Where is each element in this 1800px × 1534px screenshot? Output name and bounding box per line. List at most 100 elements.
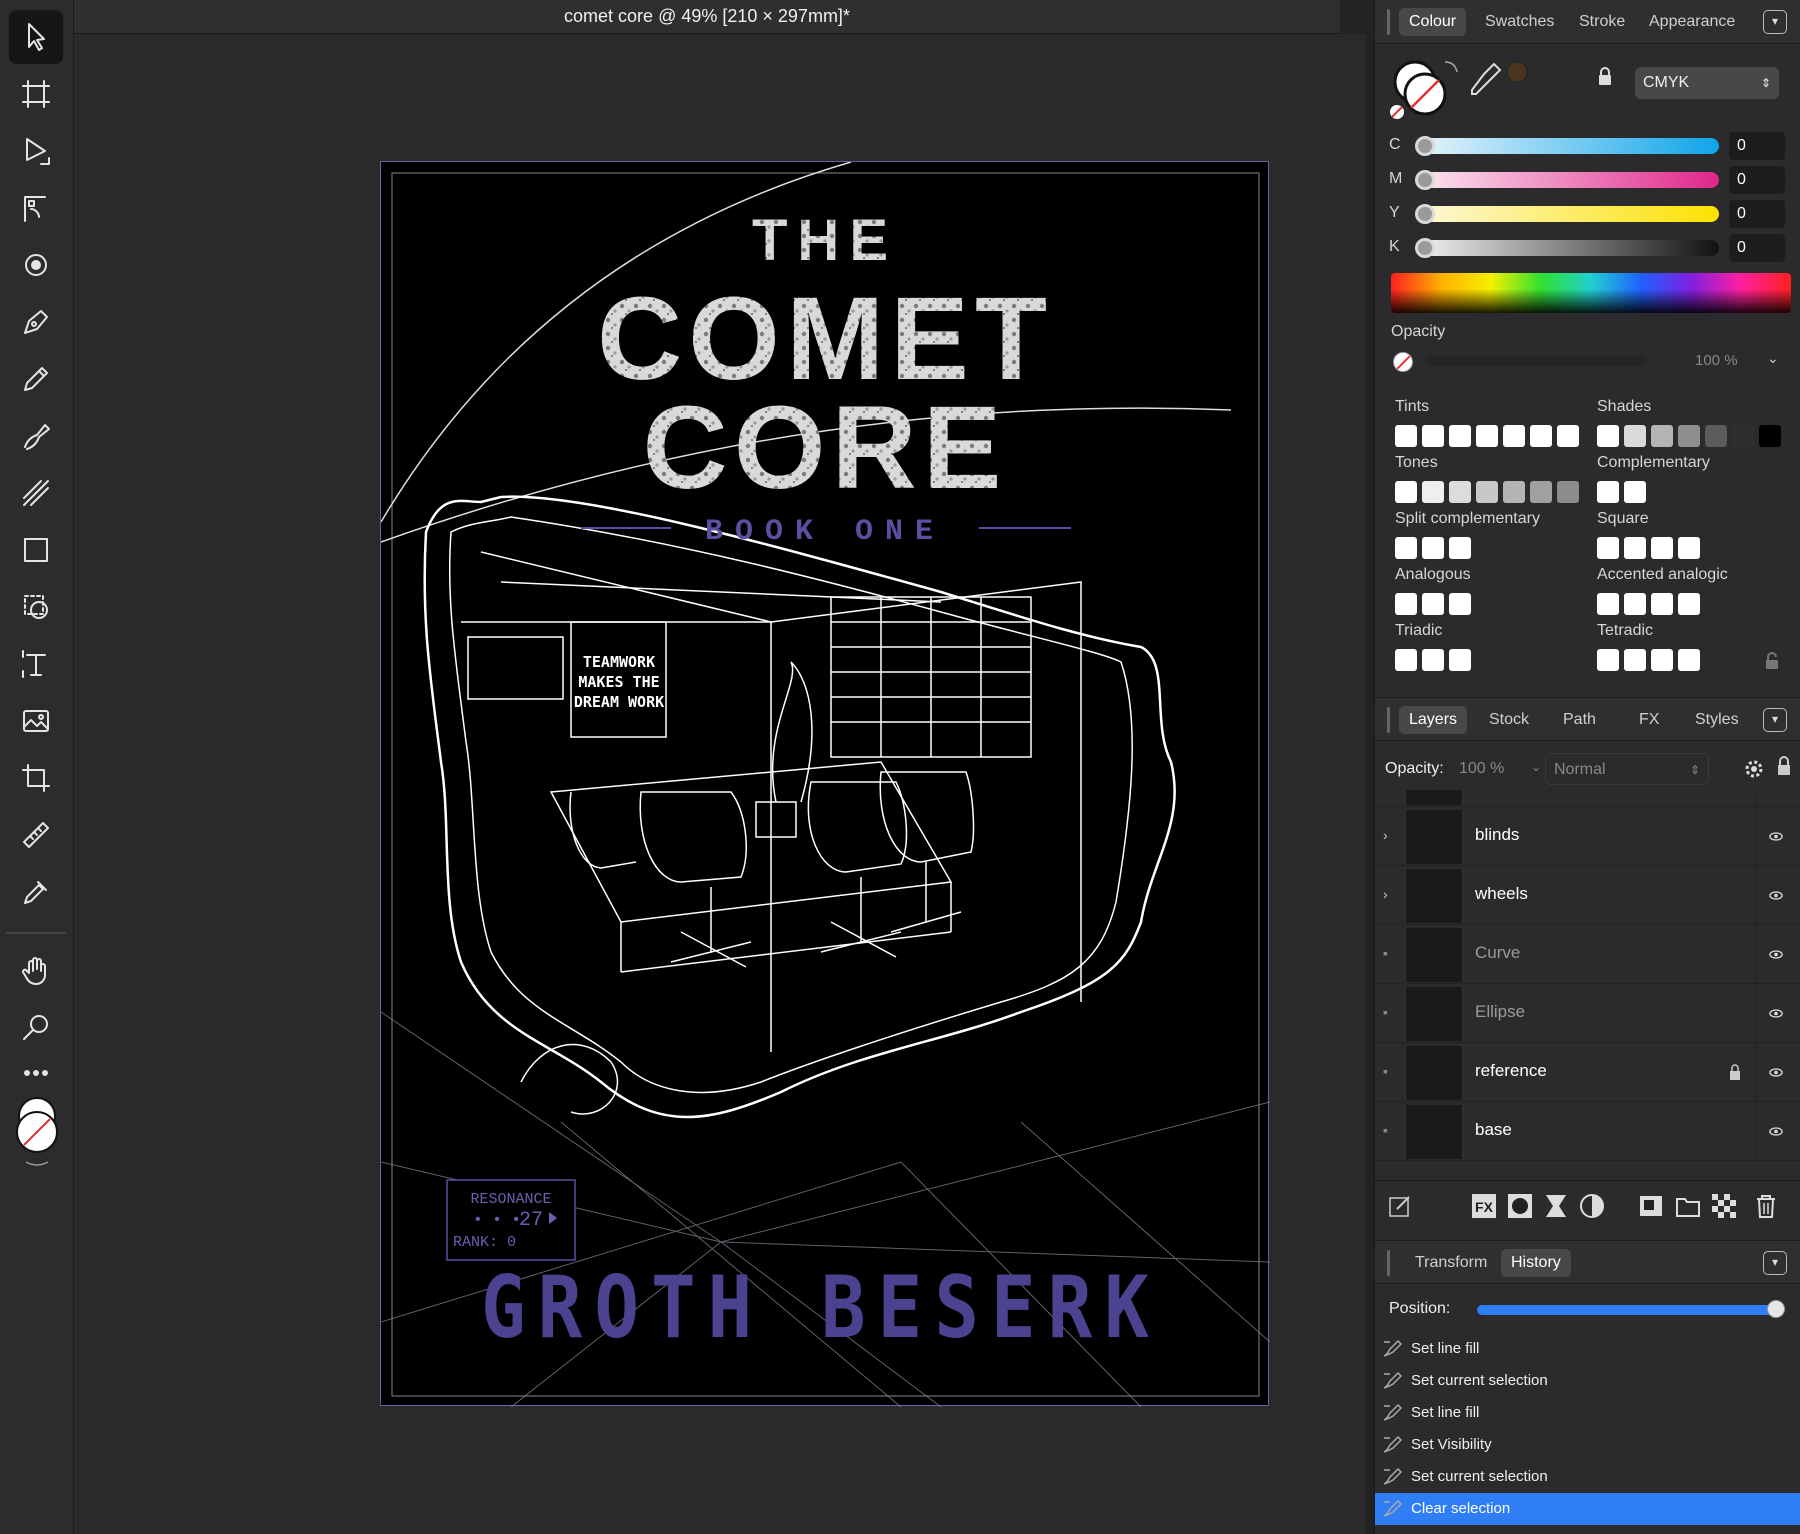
artistic-text-tool-button[interactable] [9, 637, 63, 691]
harmony-swatch[interactable] [1597, 425, 1619, 447]
rectangle-tool-button[interactable] [9, 523, 63, 577]
visibility-eye-icon[interactable] [1755, 1043, 1795, 1102]
harmony-swatch[interactable] [1476, 481, 1498, 503]
harmony-swatch[interactable] [1449, 593, 1471, 615]
more-tools-button[interactable] [9, 1053, 63, 1093]
channel-slider-c[interactable] [1417, 138, 1719, 154]
tab-history[interactable]: History [1501, 1249, 1571, 1277]
harmony-swatch[interactable] [1759, 425, 1781, 447]
harmony-swatch[interactable] [1422, 537, 1444, 559]
harmony-swatch[interactable] [1624, 481, 1646, 503]
layer-row-ellipse[interactable]: ▪ Ellipse [1375, 984, 1800, 1043]
tab-path[interactable]: Path [1553, 706, 1606, 734]
channel-value-k[interactable]: 0 [1729, 234, 1785, 262]
pencil-tool-button[interactable] [9, 352, 63, 406]
fill-tool-button[interactable] [9, 466, 63, 520]
history-item[interactable]: Clear selection [1375, 1493, 1800, 1525]
harmony-swatch[interactable] [1624, 593, 1646, 615]
chevron-right-icon[interactable]: › [1383, 827, 1399, 843]
harmony-swatch[interactable] [1678, 649, 1700, 671]
harmony-swatch[interactable] [1530, 425, 1552, 447]
channel-slider-knob[interactable] [1415, 136, 1435, 156]
harmony-swatch[interactable] [1624, 537, 1646, 559]
measure-tool-button[interactable] [9, 808, 63, 862]
harmony-swatch[interactable] [1503, 481, 1525, 503]
harmony-swatch[interactable] [1395, 425, 1417, 447]
harmony-swatch[interactable] [1449, 481, 1471, 503]
tab-appearance[interactable]: Appearance [1639, 8, 1745, 36]
canvas-vertical-scrollbar[interactable] [1366, 34, 1374, 1534]
history-position-slider[interactable] [1477, 1300, 1785, 1318]
point-transform-tool-button[interactable] [9, 238, 63, 292]
pixel-layer-icon[interactable] [1711, 1193, 1737, 1219]
harmony-swatch[interactable] [1422, 425, 1444, 447]
harmony-swatch[interactable] [1651, 425, 1673, 447]
channel-slider-k[interactable] [1417, 240, 1719, 256]
harmony-swatch[interactable] [1597, 593, 1619, 615]
tab-styles[interactable]: Styles [1685, 706, 1749, 734]
history-item[interactable]: Set line fill [1375, 1333, 1800, 1365]
adjustment-icon[interactable] [1543, 1193, 1569, 1219]
tab-transform[interactable]: Transform [1405, 1249, 1497, 1277]
channel-value-m[interactable]: 0 [1729, 166, 1785, 194]
layer-row-reference[interactable]: ▪ reference [1375, 1043, 1800, 1102]
harmony-swatch[interactable] [1651, 649, 1673, 671]
layer-lock-icon[interactable] [1777, 756, 1791, 776]
panel-grip[interactable] [1387, 9, 1390, 35]
history-item[interactable]: Set current selection [1375, 1461, 1800, 1493]
channel-slider-knob[interactable] [1415, 238, 1435, 258]
harmony-swatch[interactable] [1395, 481, 1417, 503]
history-list[interactable]: Set line fill Set current selection Set li… [1375, 1333, 1800, 1534]
colour-model-select[interactable]: CMYK ⇕ [1635, 67, 1779, 99]
history-item[interactable]: Set current selection [1375, 1365, 1800, 1397]
colour-spectrum[interactable] [1391, 273, 1791, 313]
channel-slider-knob[interactable] [1415, 170, 1435, 190]
node-tool-button[interactable] [9, 124, 63, 178]
colour-wells[interactable] [1389, 52, 1539, 124]
zoom-tool-button[interactable] [9, 1001, 63, 1055]
crop-tool-button[interactable] [9, 751, 63, 805]
history-item[interactable]: Set line fill [1375, 1397, 1800, 1429]
document-page[interactable]: TEAMWORK MAKES THE DREAM WORK THE COMET … [380, 161, 1270, 1407]
harmony-swatch[interactable] [1651, 537, 1673, 559]
harmony-swatch[interactable] [1597, 481, 1619, 503]
visibility-eye-icon[interactable] [1755, 807, 1795, 866]
tab-colour[interactable]: Colour [1399, 8, 1467, 36]
view-tool-button[interactable] [9, 944, 63, 998]
harmony-swatch[interactable] [1705, 425, 1727, 447]
harmony-swatch[interactable] [1732, 425, 1754, 447]
harmony-swatch[interactable] [1557, 481, 1579, 503]
tab-fx[interactable]: FX [1629, 706, 1669, 734]
harmony-swatch[interactable] [1557, 425, 1579, 447]
harmony-swatch[interactable] [1422, 649, 1444, 671]
fx-icon[interactable]: FX [1471, 1193, 1497, 1219]
harmony-swatch[interactable] [1395, 649, 1417, 671]
tab-stock[interactable]: Stock [1479, 706, 1539, 734]
history-position-knob[interactable] [1767, 1300, 1785, 1318]
layer-locked-icon[interactable] [1729, 1063, 1741, 1081]
harmony-swatch[interactable] [1678, 537, 1700, 559]
channel-value-c[interactable]: 0 [1729, 132, 1785, 160]
layer-row-wheels[interactable]: › wheels [1375, 866, 1800, 925]
layers-list[interactable]: ›chairs › blinds › wheels ▪ Curve ▪ Ellipse ▪ refe… [1375, 790, 1800, 1180]
channel-slider-knob[interactable] [1415, 204, 1435, 224]
harmony-swatch[interactable] [1678, 425, 1700, 447]
visibility-eye-icon[interactable] [1755, 925, 1795, 984]
layer-opacity-value[interactable]: 100 % [1459, 760, 1504, 778]
corner-tool-button[interactable] [9, 181, 63, 235]
move-tool-button[interactable] [9, 10, 63, 64]
history-panel-menu-button[interactable]: ▾ [1763, 1251, 1787, 1275]
harmony-swatch[interactable] [1422, 481, 1444, 503]
vector-brush-tool-button[interactable] [9, 409, 63, 463]
visibility-eye-icon[interactable] [1755, 790, 1795, 807]
harmony-swatch[interactable] [1476, 425, 1498, 447]
panel-grip[interactable] [1387, 707, 1390, 733]
folder-icon[interactable] [1675, 1193, 1701, 1219]
colour-panel-menu-button[interactable]: ▾ [1763, 10, 1787, 34]
opacity-dropdown-chevron-icon[interactable]: ⌄ [1767, 350, 1779, 367]
channel-slider-m[interactable] [1417, 172, 1719, 188]
harmony-swatch[interactable] [1503, 425, 1525, 447]
layer-row-curve[interactable]: ▪ Curve [1375, 925, 1800, 984]
edit-layer-icon[interactable] [1387, 1193, 1413, 1219]
harmony-swatch[interactable] [1449, 425, 1471, 447]
